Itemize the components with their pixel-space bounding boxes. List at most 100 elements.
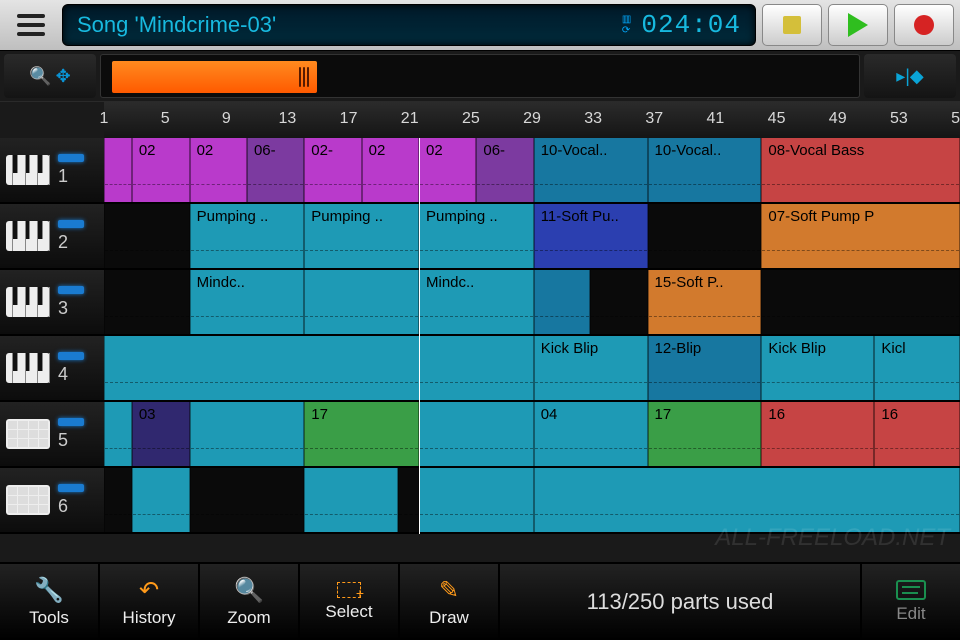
clip[interactable] (761, 270, 960, 334)
clip-lane[interactable]: Pumping ..Pumping ..Pumping ..11-Soft Pu… (104, 204, 960, 268)
overview-viewport[interactable] (112, 61, 317, 93)
clip[interactable] (190, 468, 305, 532)
clip[interactable]: 16 (761, 402, 874, 466)
clip[interactable] (534, 468, 960, 532)
history-button[interactable]: ↶History (100, 564, 200, 640)
clip[interactable] (104, 402, 132, 466)
clip[interactable] (590, 270, 647, 334)
clip[interactable]: Kicl (874, 336, 960, 400)
clip-label: Pumping .. (197, 208, 269, 225)
clip[interactable]: 04 (534, 402, 648, 466)
clip[interactable] (190, 402, 305, 466)
track-number: 1 (58, 166, 68, 187)
select-button[interactable]: +Select (300, 564, 400, 640)
record-icon (914, 15, 934, 35)
clip[interactable]: 02- (304, 138, 361, 202)
timeline-ruler[interactable]: 159131721252933374145495357 (104, 102, 960, 138)
clip[interactable]: 06- (476, 138, 533, 202)
clip[interactable]: 17 (304, 402, 419, 466)
playhead[interactable] (419, 138, 420, 534)
clip-label: 02 (369, 142, 386, 159)
clip[interactable] (419, 468, 534, 532)
track-header[interactable]: 6 (0, 468, 104, 532)
level-indicator (58, 154, 84, 162)
clip[interactable]: 12-Blip (648, 336, 762, 400)
draw-button[interactable]: ✎Draw (400, 564, 500, 640)
drum-icon (6, 419, 50, 449)
ruler-number: 25 (462, 110, 480, 128)
clip[interactable] (534, 270, 590, 334)
wrench-icon: 🔧 (34, 576, 64, 604)
clip[interactable] (132, 468, 190, 532)
tools-button[interactable]: 🔧Tools (0, 564, 100, 640)
zoom-button[interactable]: 🔍Zoom (200, 564, 300, 640)
clip-lane[interactable]: 03 17 04 17 16 16 (104, 402, 960, 466)
clip[interactable]: Mindc.. (419, 270, 534, 334)
track-header[interactable]: 5 (0, 402, 104, 466)
ruler-number: 57 (951, 110, 960, 128)
clip[interactable]: Kick Blip (534, 336, 648, 400)
edit-button[interactable]: Edit (860, 564, 960, 640)
clip[interactable]: Pumping .. (419, 204, 534, 268)
track-number: 4 (58, 364, 68, 385)
zoom-move-tool[interactable]: 🔍 ✥ (4, 54, 96, 98)
snap-tool[interactable]: ▸|◆ (864, 54, 956, 98)
clip[interactable]: 06- (247, 138, 304, 202)
clip-label: 17 (655, 406, 672, 423)
play-button[interactable] (828, 4, 888, 46)
clip-lane[interactable]: Mindc.. Mindc.. 15-Soft P.. (104, 270, 960, 334)
clip[interactable]: 17 (648, 402, 762, 466)
clip[interactable]: 08-Vocal Bass (761, 138, 960, 202)
clip[interactable]: Pumping .. (190, 204, 305, 268)
song-overview[interactable] (100, 54, 860, 98)
clip-label: 08-Vocal Bass (768, 142, 864, 159)
clip[interactable] (104, 204, 190, 268)
menu-button[interactable] (6, 4, 56, 46)
clip[interactable]: 03 (132, 402, 190, 466)
level-indicator (58, 286, 84, 294)
time-counter: 024:04 (641, 10, 741, 40)
track-header[interactable]: 1 (0, 138, 104, 202)
clip-label: 16 (881, 406, 898, 423)
clip[interactable]: Mindc.. (190, 270, 305, 334)
stop-button[interactable] (762, 4, 822, 46)
ruler-number: 37 (645, 110, 663, 128)
clip[interactable]: Kick Blip (761, 336, 874, 400)
clip[interactable] (104, 138, 132, 202)
clip-lane[interactable] (104, 468, 960, 532)
track-row: 2Pumping ..Pumping ..Pumping ..11-Soft P… (0, 204, 960, 270)
record-button[interactable] (894, 4, 954, 46)
clip[interactable] (398, 468, 419, 532)
clip[interactable]: 02 (190, 138, 247, 202)
clip[interactable]: Pumping .. (304, 204, 419, 268)
clip[interactable] (104, 270, 190, 334)
clip[interactable]: 07-Soft Pump P (761, 204, 960, 268)
clip[interactable] (648, 204, 762, 268)
clip[interactable] (104, 468, 132, 532)
clip[interactable] (419, 402, 534, 466)
clip-label: 15-Soft P.. (655, 274, 724, 291)
pencil-icon: ✎ (439, 576, 459, 604)
song-display[interactable]: Song 'Mindcrime-03' ▥⟳ 024:04 (62, 4, 756, 46)
clip[interactable] (104, 336, 534, 400)
clip-lane[interactable]: 020206-02-020206-10-Vocal..10-Vocal..08-… (104, 138, 960, 202)
clip[interactable]: 10-Vocal.. (534, 138, 648, 202)
clip[interactable]: 02 (419, 138, 476, 202)
clip[interactable]: 02 (132, 138, 190, 202)
ruler-number: 33 (584, 110, 602, 128)
clip[interactable]: 10-Vocal.. (648, 138, 762, 202)
clip[interactable] (304, 468, 398, 532)
clip[interactable]: 11-Soft Pu.. (534, 204, 648, 268)
level-indicator (58, 220, 84, 228)
track-header[interactable]: 3 (0, 270, 104, 334)
level-indicator (58, 352, 84, 360)
clip[interactable]: 15-Soft P.. (648, 270, 762, 334)
clip[interactable]: 02 (362, 138, 419, 202)
clip[interactable] (304, 270, 419, 334)
track-header[interactable]: 4 (0, 336, 104, 400)
clip-label: 04 (541, 406, 558, 423)
clip[interactable]: 16 (874, 402, 960, 466)
clip-lane[interactable]: Kick Blip12-BlipKick BlipKicl (104, 336, 960, 400)
clip-label: 02- (311, 142, 333, 159)
track-header[interactable]: 2 (0, 204, 104, 268)
